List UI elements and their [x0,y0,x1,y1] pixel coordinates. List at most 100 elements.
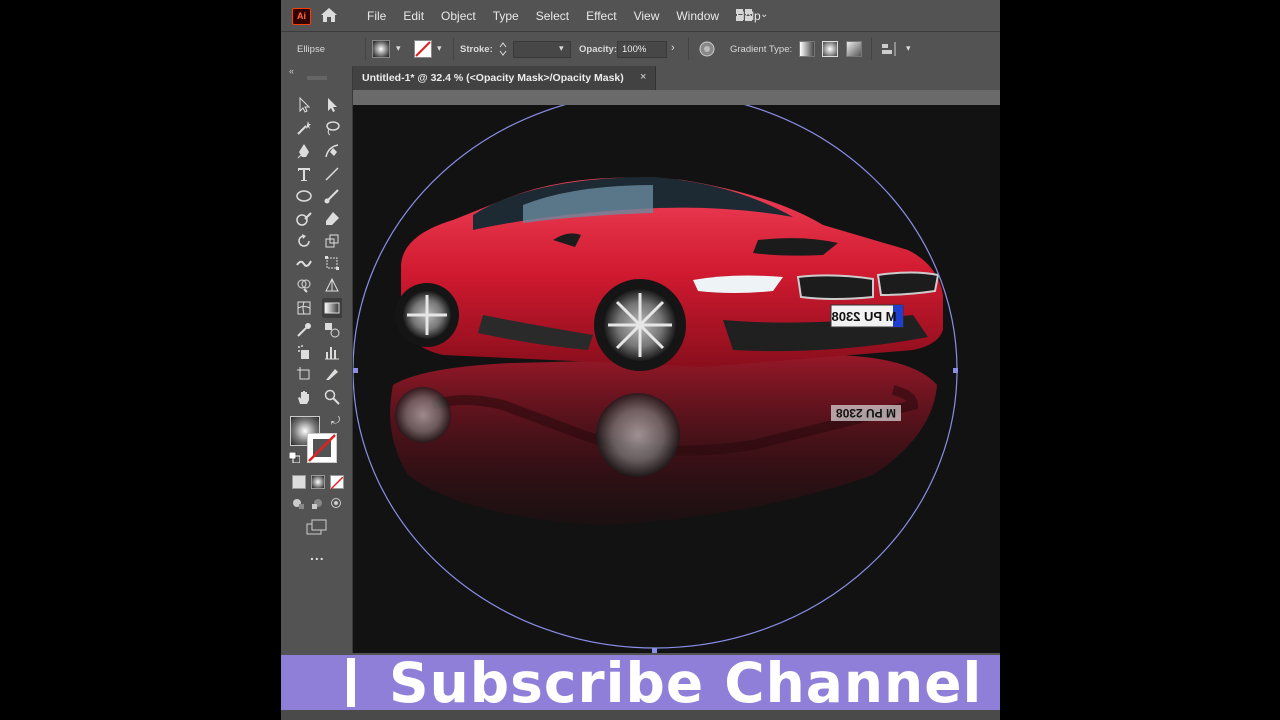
draw-normal-icon[interactable] [292,497,305,510]
reflected-license-plate: M PU 2308 [836,406,896,420]
divider [871,38,872,60]
direct-selection-tool-icon[interactable] [322,95,342,115]
menu-bar: Ai File Edit Object Type Select Effect V… [281,0,1000,31]
mesh-tool-icon[interactable] [294,298,314,318]
blend-tool-icon[interactable] [322,320,342,340]
illustrator-window: Ai File Edit Object Type Select Effect V… [281,0,1000,720]
hand-tool-icon[interactable] [294,387,314,407]
chevron-right-icon[interactable]: › [671,42,675,54]
menu-object[interactable]: Object [441,9,476,23]
divider [365,38,366,60]
anchor-point-right[interactable] [953,368,958,373]
radial-gradient-button[interactable] [822,41,838,57]
none-icon [330,476,344,490]
draw-inside-icon[interactable] [330,497,343,510]
canvas-pasteboard [353,90,1000,105]
document-tab[interactable]: Untitled-1* @ 32.4 % (<Opacity Mask>/Opa… [353,66,656,90]
menu-select[interactable]: Select [536,9,569,23]
divider [453,38,454,60]
no-stroke-icon [308,434,336,462]
chevron-down-icon[interactable]: ▾ [437,43,442,54]
banner-cursor-bar [347,658,355,707]
menu-effect[interactable]: Effect [586,9,616,23]
eraser-tool-icon[interactable] [322,209,342,229]
panel-grip-icon[interactable] [307,76,327,80]
stroke-color-swatch[interactable] [307,433,337,463]
close-icon[interactable]: × [640,71,646,83]
opacity-label: Opacity: [579,44,618,55]
none-mode-button[interactable] [330,475,344,490]
ellipse-tool-icon[interactable] [294,186,314,206]
color-mode-button[interactable] [292,475,306,489]
shaper-tool-icon[interactable] [294,209,314,229]
red-sports-car: M PU 2308 [395,177,943,371]
type-tool-icon[interactable] [294,164,314,184]
change-screen-mode-icon[interactable] [306,519,328,535]
slice-tool-icon[interactable] [322,364,342,384]
zoom-tool-icon[interactable] [322,387,342,407]
menu-type[interactable]: Type [493,9,519,23]
rotate-tool-icon[interactable] [294,231,314,251]
draw-behind-icon[interactable] [311,497,324,510]
menu-view[interactable]: View [634,9,660,23]
gradient-tool-icon[interactable] [322,298,342,318]
width-tool-icon[interactable] [294,253,314,273]
subscribe-banner: Subscribe Channel [281,651,1000,715]
freeform-gradient-button[interactable] [846,41,862,57]
artboard-canvas[interactable]: M PU 2308 M PU 2308 [353,105,1000,653]
gradient-type-label: Gradient Type: [730,44,793,55]
car-reflection: M PU 2308 [390,355,938,525]
free-transform-tool-icon[interactable] [322,253,342,273]
fill-swatch[interactable] [372,40,390,58]
lasso-tool-icon[interactable] [322,118,342,138]
home-icon[interactable] [320,7,338,23]
line-segment-tool-icon[interactable] [322,164,342,184]
magic-wand-tool-icon[interactable] [294,118,314,138]
chevron-down-icon[interactable]: ▾ [906,43,911,54]
artwork: M PU 2308 M PU 2308 [353,105,958,653]
default-colors-icon[interactable] [289,452,300,463]
curvature-tool-icon[interactable] [322,141,342,161]
pen-tool-icon[interactable] [294,141,314,161]
eyedropper-tool-icon[interactable] [294,320,314,340]
stroke-label: Stroke: [460,44,493,55]
status-bar [281,710,1000,720]
shape-builder-tool-icon[interactable] [294,275,314,295]
chevron-down-icon[interactable]: ⌄ [760,9,768,20]
paintbrush-tool-icon[interactable] [322,186,342,206]
menu-items: File Edit Object Type Select Effect View… [367,0,778,31]
selection-type-label: Ellipse [297,44,325,55]
tools-panel: « ⤾ ... [281,66,353,653]
divider [688,38,689,60]
swap-colors-icon[interactable]: ⤾ [331,415,340,428]
perspective-grid-tool-icon[interactable] [322,275,342,295]
align-icon[interactable] [881,41,897,57]
opacity-input[interactable]: 100% [617,41,667,58]
anchor-point-left[interactable] [353,368,358,373]
symbol-sprayer-tool-icon[interactable] [294,342,314,362]
chevron-down-icon[interactable]: ▾ [559,43,564,54]
stroke-stepper-icon[interactable] [499,41,507,57]
chevron-down-icon[interactable]: ▾ [396,43,401,54]
column-graph-tool-icon[interactable] [322,342,342,362]
scale-tool-icon[interactable] [322,231,342,251]
menu-file[interactable]: File [367,9,386,23]
linear-gradient-button[interactable] [799,41,815,57]
menu-window[interactable]: Window [676,9,719,23]
subscribe-banner-text: Subscribe Channel [389,651,983,715]
collapse-panel-icon[interactable]: « [289,66,294,76]
gradient-mode-button[interactable] [311,475,325,489]
artboard-tool-icon[interactable] [294,364,314,384]
no-stroke-icon [415,41,431,57]
menu-edit[interactable]: Edit [403,9,424,23]
stroke-swatch[interactable] [414,40,432,58]
document-tabs: Untitled-1* @ 32.4 % (<Opacity Mask>/Opa… [353,66,1000,90]
workspace-switcher-icon[interactable] [736,9,752,21]
selection-tool-icon[interactable] [294,95,314,115]
document-tab-title: Untitled-1* @ 32.4 % (<Opacity Mask>/Opa… [362,72,624,84]
app-logo: Ai [292,8,311,25]
control-bar: Ellipse ▾ ▾ Stroke: ▾ Opacity: 100% › Gr… [281,31,1000,68]
license-plate: M PU 2308 [831,309,896,324]
more-tools-icon[interactable]: ... [310,547,325,563]
recolor-artwork-icon[interactable] [699,41,715,57]
